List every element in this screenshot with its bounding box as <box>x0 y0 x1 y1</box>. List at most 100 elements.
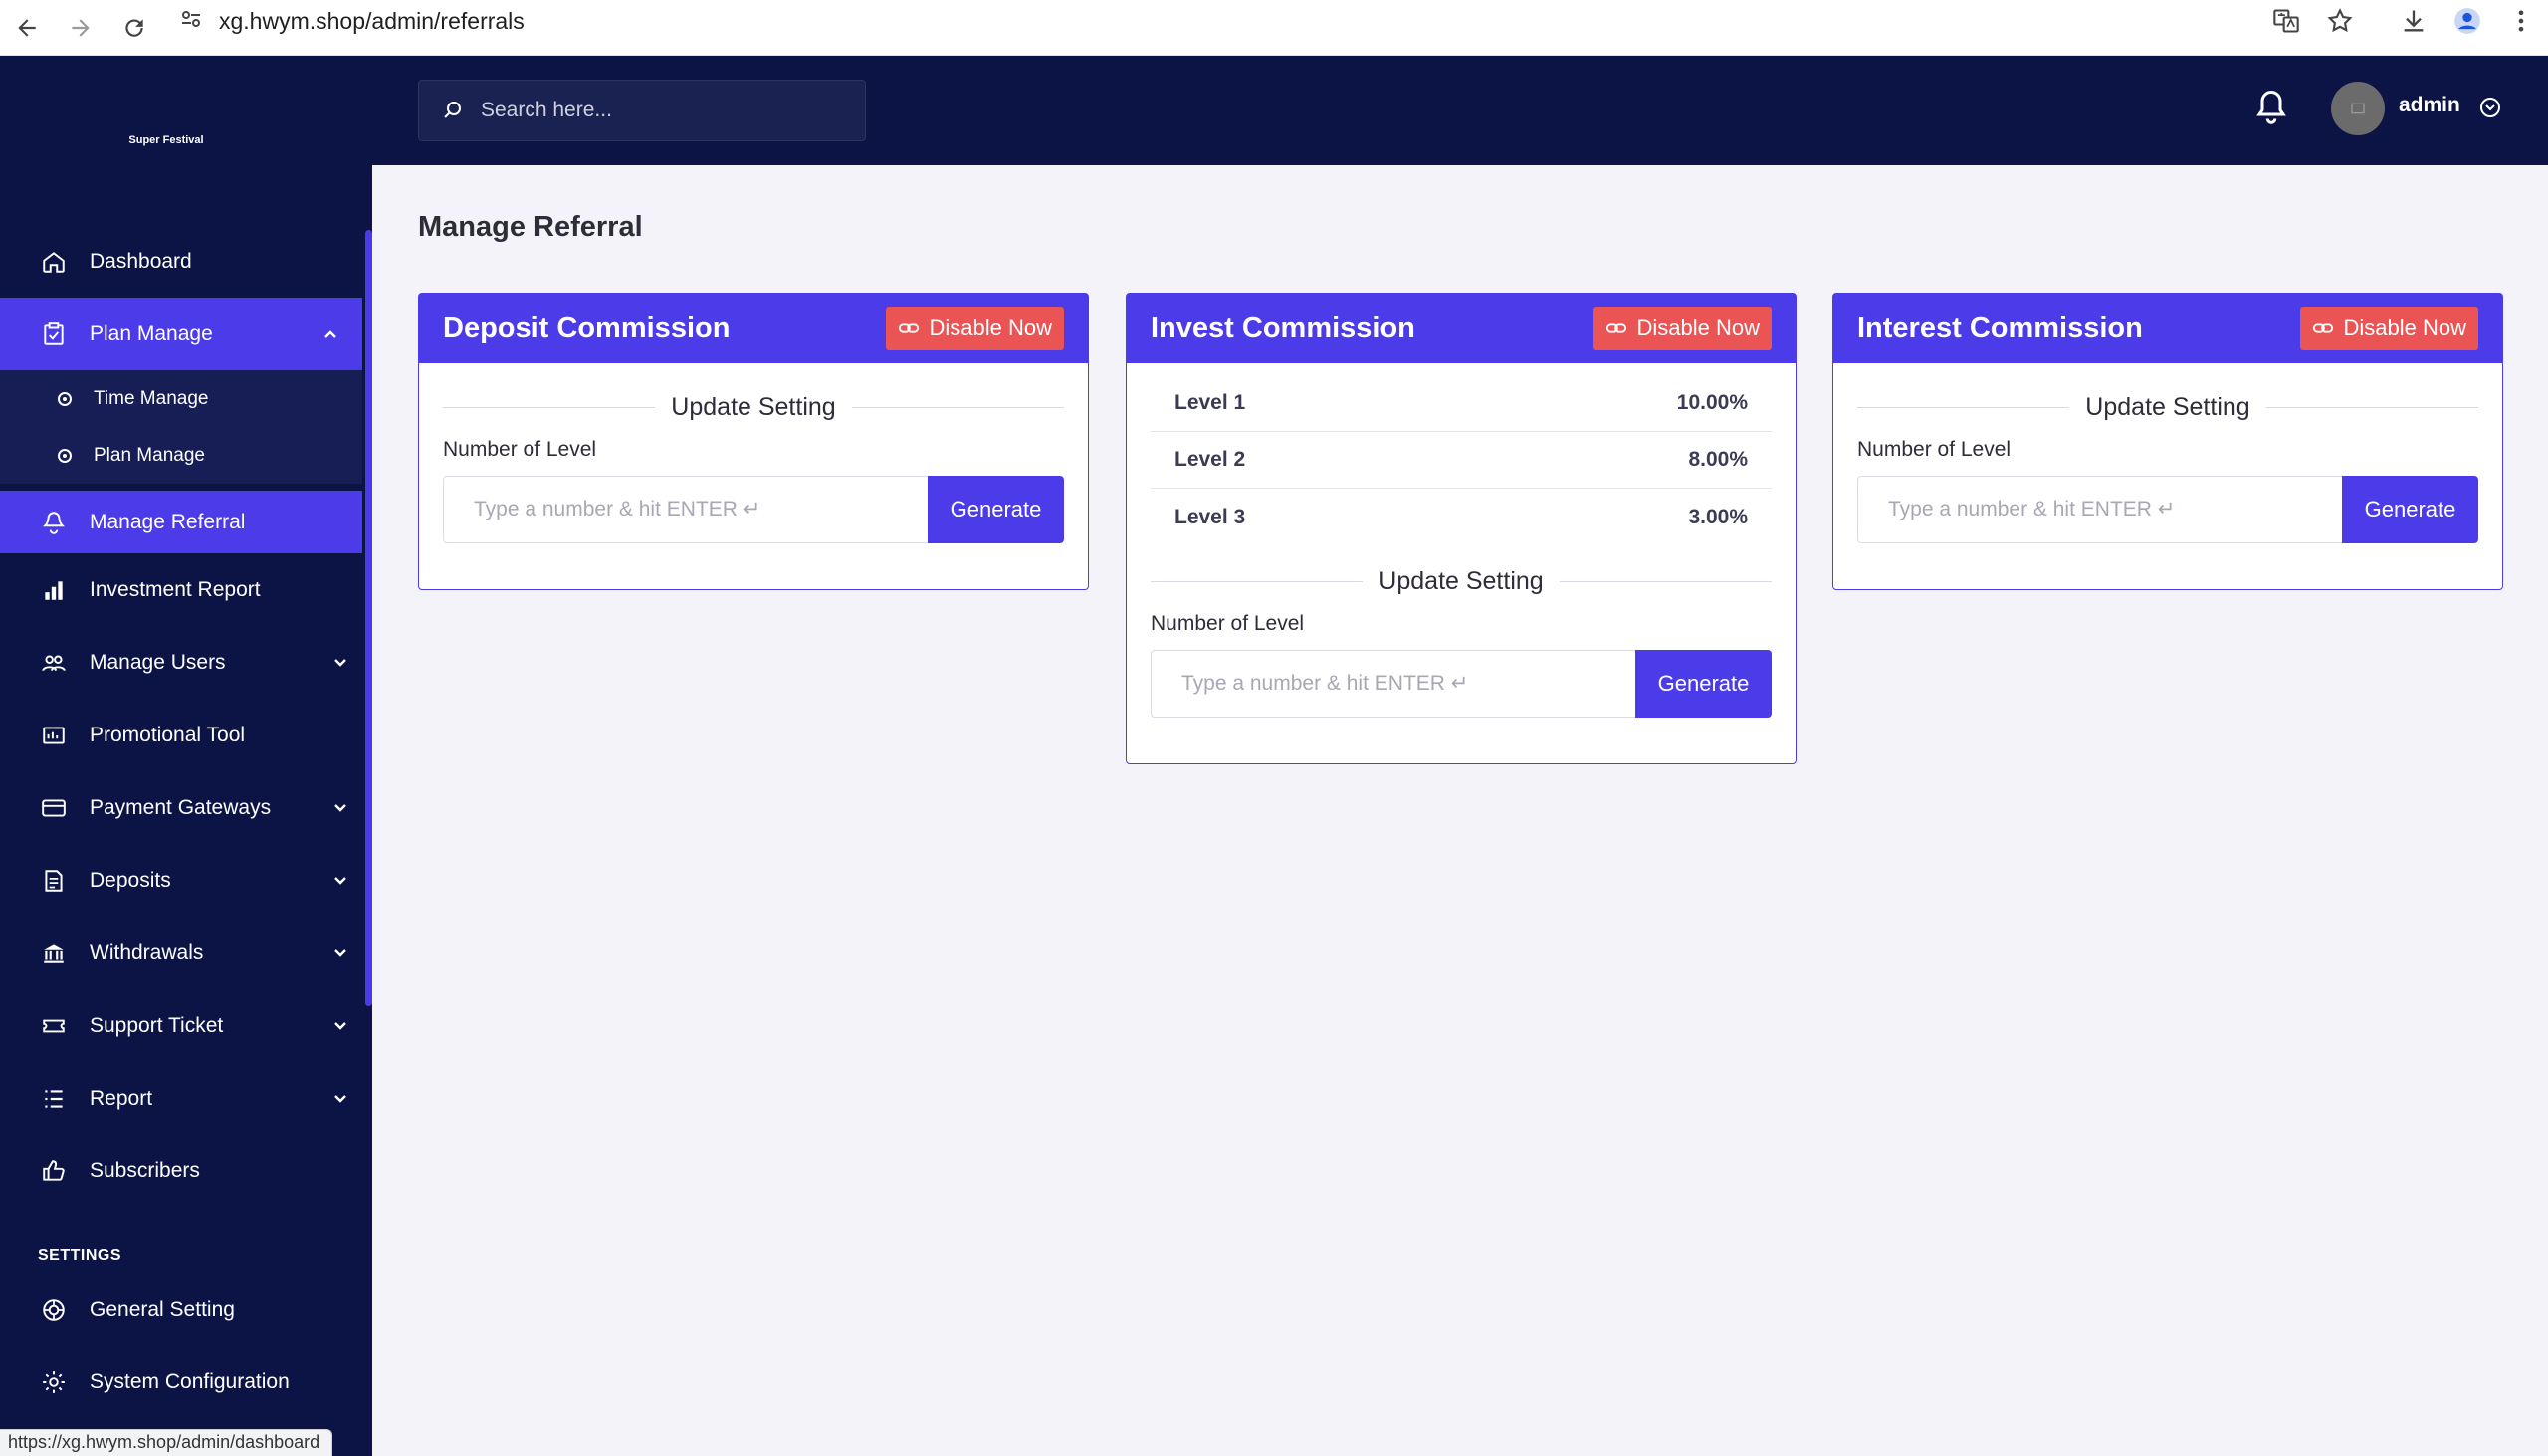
invest-commission-card: Invest Commission Disable Now Level 1 10… <box>1126 293 1797 764</box>
avatar[interactable] <box>2331 82 2385 135</box>
disable-now-label: Disable Now <box>1636 315 1761 340</box>
deposit-commission-card: Deposit Commission Disable Now Update Se… <box>418 293 1089 590</box>
chevron-down-icon <box>334 658 346 667</box>
level-value: 10.00% <box>1676 391 1748 414</box>
number-of-level-input[interactable] <box>1151 650 1635 718</box>
sidebar-item-investment-report[interactable]: Investment Report <box>0 553 372 626</box>
home-icon <box>40 248 68 276</box>
search-input[interactable] <box>481 99 859 122</box>
interest-commission-card: Interest Commission Disable Now Update S… <box>1832 293 2503 590</box>
reload-icon[interactable] <box>107 0 161 56</box>
disable-now-button[interactable]: Disable Now <box>1592 307 1772 350</box>
card-header: Deposit Commission Disable Now <box>419 294 1088 363</box>
disable-now-button[interactable]: Disable Now <box>2299 307 2478 350</box>
sidebar-item-plan-manage[interactable]: Plan Manage <box>0 298 362 370</box>
users-icon <box>40 649 68 677</box>
ticket-icon <box>40 1012 68 1040</box>
update-setting-text: Update Setting <box>2085 393 2250 421</box>
settings-section-label: SETTINGS <box>38 1247 122 1264</box>
sidebar-item-label: Plan Manage <box>90 321 213 345</box>
generate-button[interactable]: Generate <box>2342 476 2478 543</box>
disable-now-button[interactable]: Disable Now <box>885 307 1064 350</box>
card-title: Deposit Commission <box>443 312 731 344</box>
level-input-group: Generate <box>443 476 1064 543</box>
menu-dots-icon[interactable] <box>2494 0 2548 42</box>
level-label: Level 1 <box>1174 391 1246 414</box>
url-text[interactable]: xg.hwym.shop/admin/referrals <box>219 8 525 35</box>
sidebar-subitem-plan-manage[interactable]: Plan Manage <box>0 427 362 484</box>
sidebar-item-deposits[interactable]: Deposits <box>0 844 372 917</box>
profile-icon[interactable] <box>2441 0 2494 42</box>
number-of-level-input[interactable] <box>443 476 928 543</box>
sidebar: Super Festival Dashboard Plan Manage Tim… <box>0 56 372 1456</box>
level-row: Level 1 10.00% <box>1151 375 1772 432</box>
chevron-down-icon <box>334 1021 346 1030</box>
update-setting-heading: Update Setting <box>443 393 1064 422</box>
clipboard-icon <box>40 320 68 348</box>
chevron-down-circle-icon[interactable] <box>2478 96 2502 119</box>
sidebar-item-payment-gateways[interactable]: Payment Gateways <box>0 771 372 844</box>
list-icon <box>40 1085 68 1113</box>
generate-button[interactable]: Generate <box>1635 650 1772 718</box>
bell-icon[interactable] <box>2253 88 2289 129</box>
forward-icon[interactable] <box>54 0 107 56</box>
card-body: Update Setting Number of Level Generate <box>1833 363 2502 589</box>
translate-icon[interactable] <box>2259 0 2313 42</box>
deposit-icon <box>40 867 68 895</box>
circle-dot-icon <box>58 391 72 406</box>
settings-wheel-icon <box>40 1296 68 1324</box>
sidebar-item-label: Manage Referral <box>90 510 246 533</box>
chevron-down-icon <box>334 876 346 885</box>
user-name[interactable]: admin <box>2399 94 2460 117</box>
sidebar-item-report[interactable]: Report <box>0 1062 372 1135</box>
sidebar-subitem-time-manage[interactable]: Time Manage <box>0 370 362 427</box>
generate-button[interactable]: Generate <box>928 476 1064 543</box>
card-header: Invest Commission Disable Now <box>1127 294 1796 363</box>
thumbs-up-icon <box>40 1157 68 1185</box>
sidebar-subitem-label: Time Manage <box>94 387 209 409</box>
logo-text: Super Festival <box>128 134 204 146</box>
level-value: 3.00% <box>1688 505 1748 528</box>
image-placeholder-icon <box>2351 103 2365 114</box>
address-bar[interactable]: xg.hwym.shop/admin/referrals <box>179 2 2329 40</box>
circle-dot-icon <box>58 448 72 463</box>
search-icon <box>444 102 461 118</box>
card-title: Invest Commission <box>1151 312 1415 344</box>
disable-now-label: Disable Now <box>929 315 1053 340</box>
download-icon[interactable] <box>2387 0 2441 42</box>
sidebar-item-label: Dashboard <box>90 249 192 273</box>
sidebar-item-manage-users[interactable]: Manage Users <box>0 626 372 699</box>
level-label: Level 3 <box>1174 505 1246 528</box>
back-icon[interactable] <box>0 0 54 56</box>
level-row: Level 3 3.00% <box>1151 489 1772 545</box>
card-body: Update Setting Number of Level Generate <box>419 363 1088 589</box>
chevron-down-icon <box>334 1094 346 1103</box>
sidebar-item-system-configuration[interactable]: System Configuration <box>0 1346 372 1418</box>
level-label: Level 2 <box>1174 448 1246 471</box>
sidebar-item-subscribers[interactable]: Subscribers <box>0 1135 372 1207</box>
bank-icon <box>40 939 68 967</box>
sidebar-item-withdrawals[interactable]: Withdrawals <box>0 917 372 989</box>
sidebar-item-label: Report <box>90 1086 153 1110</box>
sidebar-item-label: Investment Report <box>90 577 261 601</box>
link-icon <box>898 323 919 333</box>
number-of-level-input[interactable] <box>1857 476 2342 543</box>
logo[interactable]: Super Festival <box>0 56 372 225</box>
bookmark-star-icon[interactable] <box>2313 0 2367 42</box>
sidebar-item-support-ticket[interactable]: Support Ticket <box>0 989 372 1062</box>
sidebar-subitem-label: Plan Manage <box>94 444 205 466</box>
update-setting-text: Update Setting <box>671 393 836 421</box>
sidebar-item-general-setting[interactable]: General Setting <box>0 1273 372 1346</box>
update-setting-heading: Update Setting <box>1151 567 1772 596</box>
search-box[interactable] <box>418 80 866 141</box>
card-title: Interest Commission <box>1857 312 2143 344</box>
number-of-level-label: Number of Level <box>443 438 597 461</box>
sidebar-item-manage-referral[interactable]: Manage Referral <box>0 491 362 553</box>
site-settings-icon[interactable] <box>179 7 203 36</box>
browser-toolbar: xg.hwym.shop/admin/referrals <box>0 0 2548 56</box>
sidebar-item-label: System Configuration <box>90 1369 290 1393</box>
sidebar-item-promotional-tool[interactable]: Promotional Tool <box>0 699 372 771</box>
sidebar-item-dashboard[interactable]: Dashboard <box>0 225 372 298</box>
number-of-level-label: Number of Level <box>1857 438 2012 461</box>
referral-icon <box>40 509 68 536</box>
